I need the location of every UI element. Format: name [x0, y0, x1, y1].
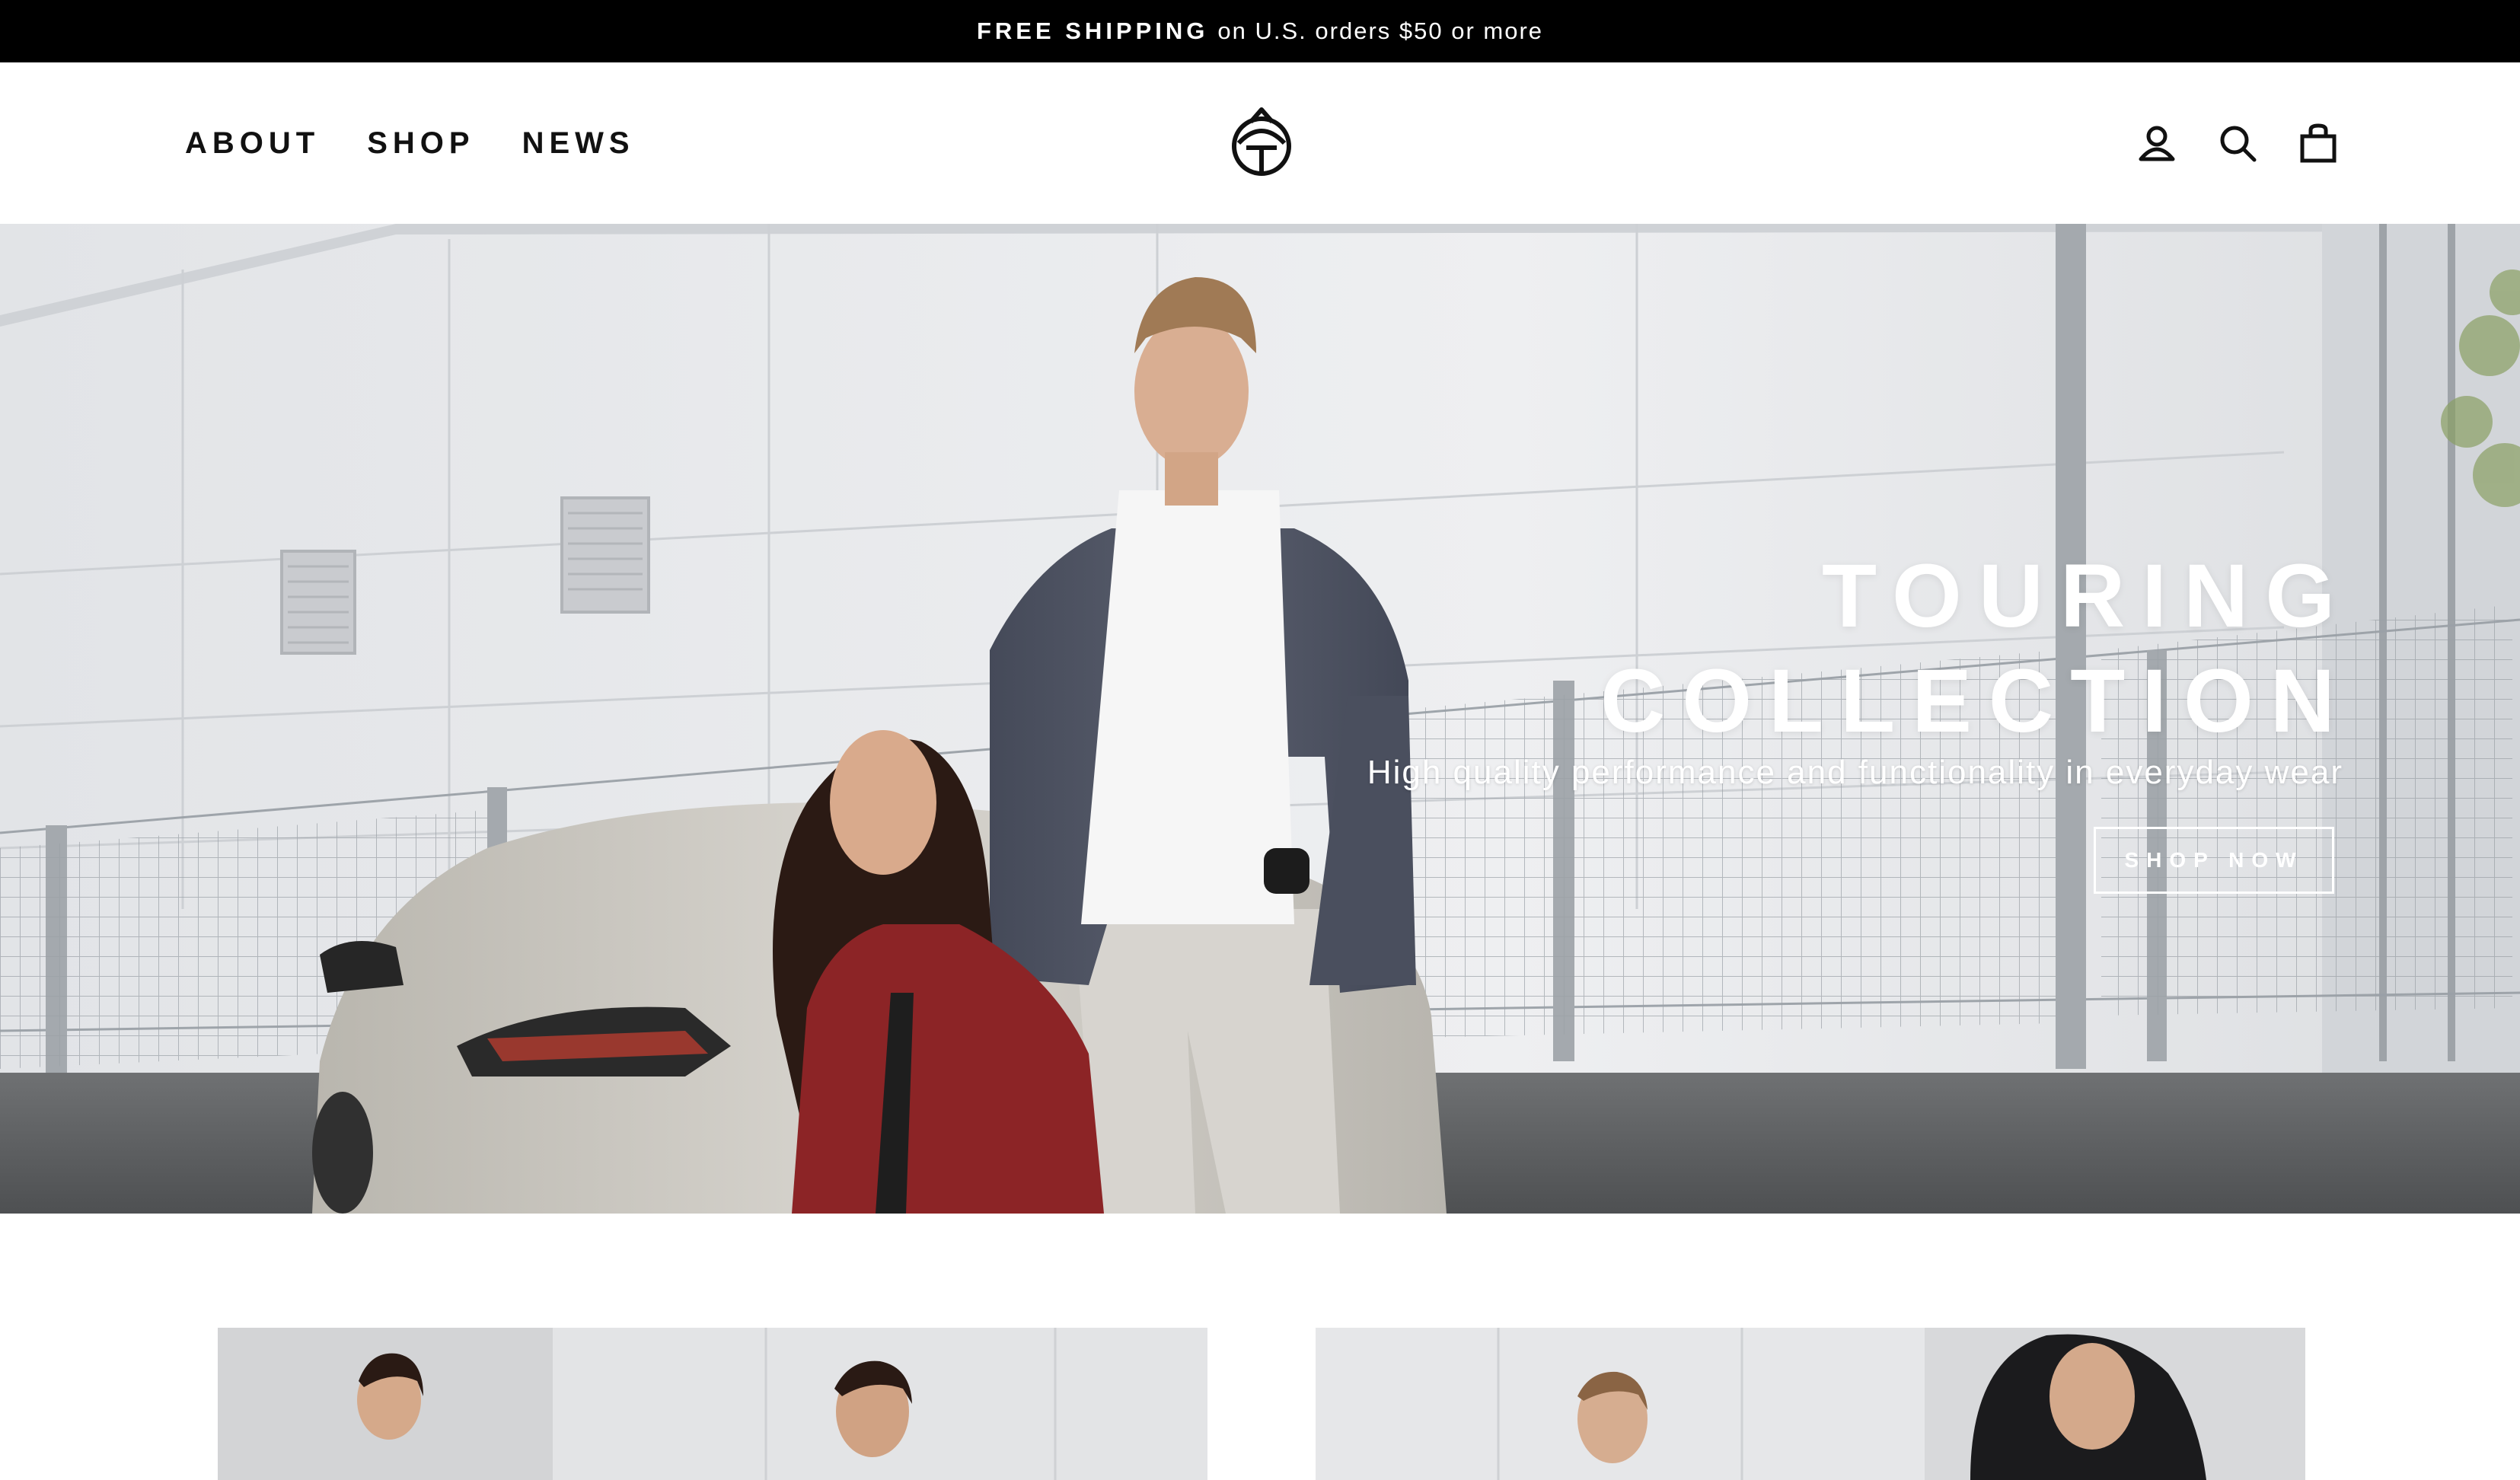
brand-logo[interactable]	[1228, 105, 1295, 181]
account-icon[interactable]	[2136, 123, 2177, 164]
announcement-bold: FREE SHIPPING	[976, 18, 1209, 44]
nav-news[interactable]: NEWS	[522, 126, 635, 161]
hero-title-line2: COLLECTION	[1600, 651, 2352, 751]
collection-tile-right[interactable]	[1316, 1328, 2305, 1480]
hero-subtitle: High quality performance and functionali…	[1367, 754, 2343, 791]
hero-heading: TOURING COLLECTION	[1600, 544, 2335, 754]
nav-about[interactable]: ABOUT	[185, 126, 320, 161]
announcement-text: on U.S. orders $50 or more	[1217, 18, 1544, 44]
hero-banner: TOURING COLLECTION High quality performa…	[0, 224, 2520, 1214]
cart-icon[interactable]	[2298, 123, 2339, 164]
brand-logo-icon	[1232, 107, 1291, 176]
shop-now-button[interactable]: SHOP NOW	[2094, 827, 2334, 894]
site-header: ABOUT SHOP NEWS	[0, 62, 2520, 224]
hero-title-line1: TOURING	[1822, 546, 2352, 646]
collection-tile-right-photo	[1316, 1328, 2305, 1480]
header-icons	[2136, 62, 2339, 224]
main-nav: ABOUT SHOP NEWS	[185, 62, 635, 224]
collection-tile-left-photo	[218, 1328, 1207, 1480]
collection-tile-left[interactable]	[218, 1328, 1207, 1480]
hero-title: TOURING COLLECTION	[1600, 544, 2335, 754]
announcement-bar: FREE SHIPPING on U.S. orders $50 or more	[0, 0, 2520, 62]
nav-shop[interactable]: SHOP	[367, 126, 474, 161]
search-icon[interactable]	[2217, 123, 2258, 164]
